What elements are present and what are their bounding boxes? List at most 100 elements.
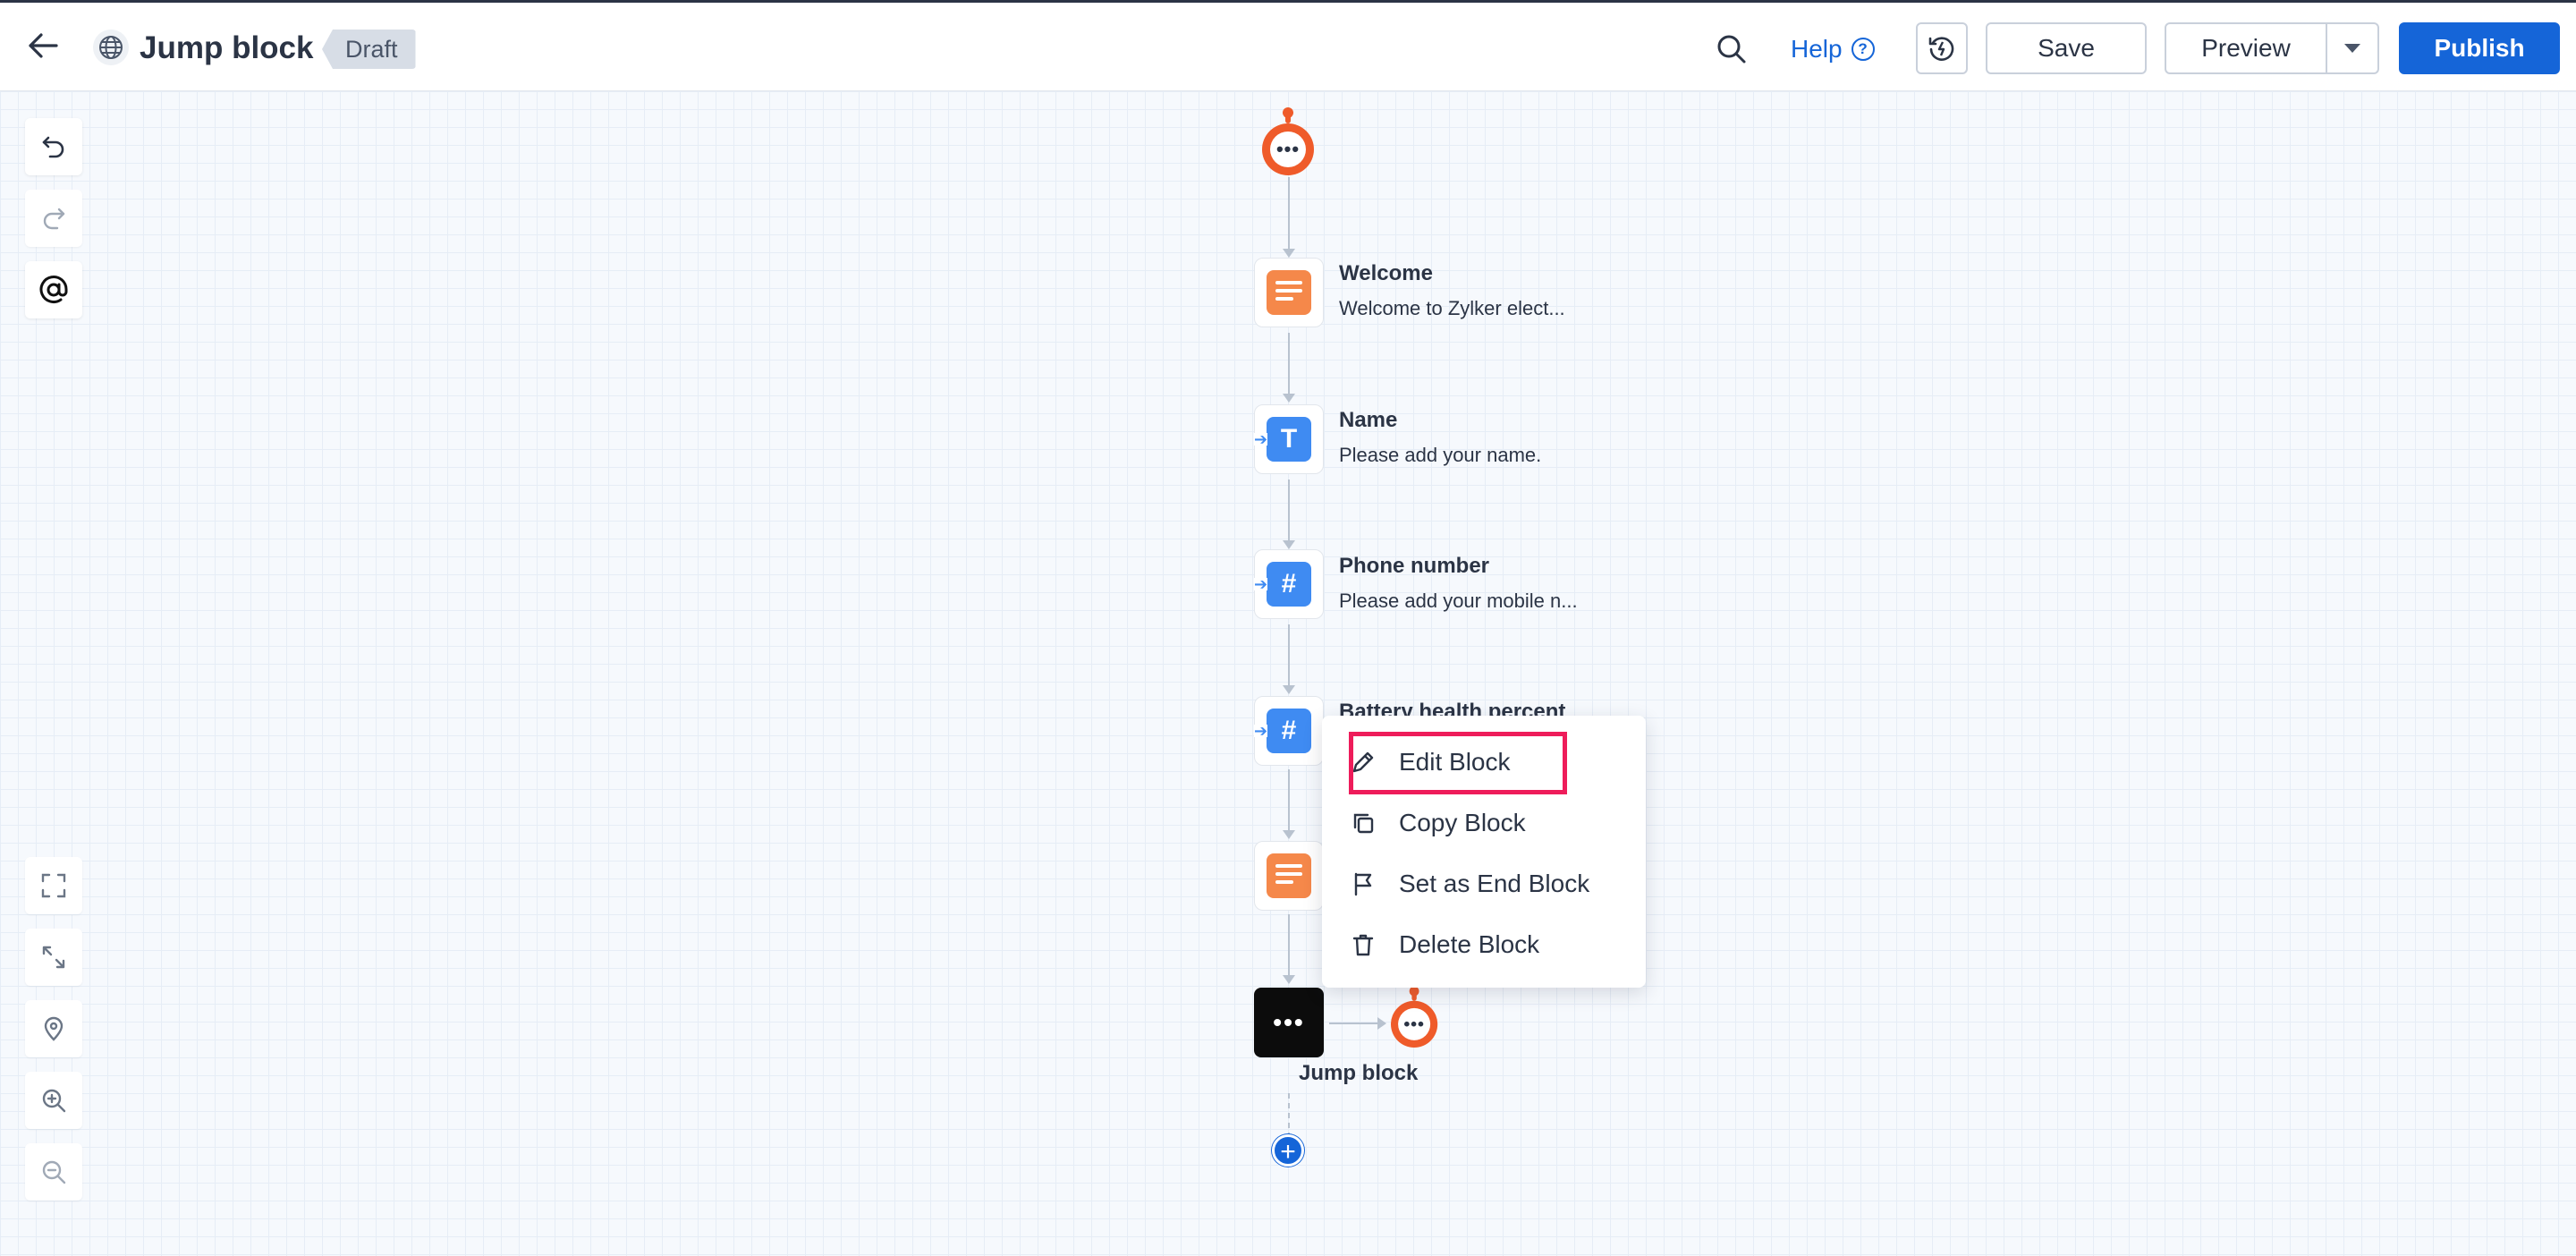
- undo-icon: [42, 136, 64, 158]
- menu-item-label: Set as End Block: [1399, 870, 1590, 897]
- node-subtitle: Welcome to Zylker elect...: [1339, 297, 1565, 319]
- jump-connector-line: [1329, 1023, 1379, 1024]
- locate-button[interactable]: [25, 1000, 82, 1057]
- bot-start-icon[interactable]: •••: [1262, 107, 1314, 175]
- save-button[interactable]: Save: [1986, 22, 2147, 74]
- connector-line: [1288, 914, 1290, 977]
- menu-item-label: Delete Block: [1399, 930, 1540, 958]
- connector-arrow: [1283, 685, 1295, 694]
- version-history-button[interactable]: [1916, 22, 1968, 74]
- flag-icon: [1345, 866, 1381, 902]
- node-title: Phone number: [1339, 554, 1490, 578]
- flow-node-welcome[interactable]: [1254, 258, 1324, 327]
- bot-face: •••: [1398, 1007, 1431, 1040]
- message-icon-line: [1275, 281, 1302, 284]
- message-icon-line: [1275, 872, 1302, 876]
- add-block-button[interactable]: +: [1272, 1134, 1304, 1167]
- zoom-out-button[interactable]: [25, 1143, 82, 1201]
- zoom-in-button[interactable]: [25, 1072, 82, 1129]
- menu-item-label: Copy Block: [1399, 809, 1526, 836]
- preview-options-button[interactable]: [2326, 22, 2379, 74]
- flow-node-phone-number[interactable]: ➔ #: [1254, 549, 1324, 619]
- number-input-glyph: #: [1281, 569, 1297, 598]
- pencil-icon: [1345, 744, 1381, 780]
- bot-antenna: [1409, 986, 1419, 1001]
- connector-line: [1288, 479, 1290, 542]
- mention-button[interactable]: [25, 261, 82, 318]
- text-input-icon: ➔ T: [1254, 417, 1311, 462]
- message-icon: [1267, 270, 1311, 315]
- zoom-out-icon: [42, 1160, 66, 1184]
- message-icon-line: [1275, 880, 1293, 884]
- connector-arrow: [1283, 975, 1295, 984]
- help-link[interactable]: Help ?: [1791, 31, 1875, 67]
- location-pin-icon: [44, 1016, 64, 1041]
- chevron-down-icon: [2344, 44, 2360, 53]
- at-sign-icon: [39, 276, 68, 303]
- page-title: Jump block: [140, 30, 314, 65]
- bot-head: •••: [1262, 123, 1314, 175]
- message-icon: [1267, 853, 1311, 898]
- search-icon: [1717, 35, 1746, 64]
- node-title: Welcome: [1339, 261, 1433, 285]
- preview-button[interactable]: Preview: [2165, 22, 2327, 74]
- menu-item-delete-block[interactable]: Delete Block: [1345, 920, 1623, 970]
- message-icon-line: [1275, 289, 1302, 293]
- undo-button[interactable]: [25, 118, 82, 175]
- node-subtitle: Please add your name.: [1339, 444, 1542, 466]
- menu-item-copy-block[interactable]: Copy Block: [1345, 798, 1623, 848]
- trash-icon: [1345, 927, 1381, 963]
- number-input-icon: ➔ #: [1254, 709, 1311, 753]
- connector-arrow: [1283, 830, 1295, 839]
- connector-arrow: [1283, 394, 1295, 403]
- menu-item-label: Edit Block: [1399, 748, 1511, 776]
- connector-line: [1288, 769, 1290, 832]
- expand-icon: [42, 946, 65, 969]
- connector-arrow: [1283, 540, 1295, 549]
- redo-icon: [43, 208, 65, 230]
- globe-icon: [93, 30, 129, 65]
- node-title: Name: [1339, 408, 1398, 432]
- more-dots-icon: •••: [1273, 1008, 1305, 1036]
- input-arrow-icon: ➔: [1254, 575, 1268, 593]
- history-icon: [1928, 37, 1954, 61]
- menu-item-set-as-end-block[interactable]: Set as End Block: [1345, 859, 1623, 909]
- menu-item-edit-block[interactable]: Edit Block: [1345, 737, 1623, 787]
- text-input-glyph: T: [1280, 424, 1298, 454]
- help-label: Help: [1791, 35, 1843, 63]
- input-arrow-icon: ➔: [1254, 722, 1268, 740]
- input-arrow-icon: ➔: [1254, 430, 1268, 448]
- back-button[interactable]: [21, 24, 64, 67]
- flow-node-battery-health[interactable]: ➔ #: [1254, 696, 1324, 766]
- zoom-in-icon: [42, 1089, 66, 1113]
- jump-block-node[interactable]: •••: [1254, 988, 1324, 1057]
- jump-connector-arrow: [1377, 1017, 1386, 1030]
- dashed-connector: [1288, 1093, 1290, 1138]
- top-bar: Jump block Draft Help ? Save Preview Pub…: [0, 0, 2576, 91]
- number-input-icon: ➔ #: [1254, 562, 1311, 607]
- search-button[interactable]: [1710, 28, 1753, 71]
- node-subtitle: Please add your mobile n...: [1339, 590, 1578, 612]
- connector-line: [1288, 333, 1290, 395]
- arrow-left-icon: [29, 33, 58, 58]
- fit-screen-icon: [41, 873, 66, 898]
- status-badge: Draft: [322, 30, 416, 69]
- redo-button[interactable]: [25, 190, 82, 247]
- bot-antenna: [1283, 107, 1293, 123]
- bot-head: •••: [1391, 1000, 1438, 1048]
- message-icon-line: [1275, 864, 1302, 868]
- connector-arrow: [1283, 249, 1295, 258]
- number-input-glyph: #: [1281, 716, 1297, 745]
- connector-line: [1288, 177, 1290, 250]
- fit-screen-button[interactable]: [25, 857, 82, 914]
- bot-target-icon[interactable]: •••: [1391, 986, 1438, 1048]
- connector-line: [1288, 624, 1290, 687]
- jump-block-label: Jump block: [1299, 1061, 1419, 1085]
- publish-button[interactable]: Publish: [2399, 22, 2560, 74]
- expand-button[interactable]: [25, 929, 82, 986]
- message-icon-line: [1275, 297, 1293, 301]
- block-context-menu: Edit Block Copy Block Set as End Block D…: [1322, 716, 1646, 988]
- question-circle-icon: ?: [1851, 38, 1875, 61]
- flow-node-message[interactable]: [1254, 841, 1324, 911]
- flow-node-name[interactable]: ➔ T: [1254, 404, 1324, 474]
